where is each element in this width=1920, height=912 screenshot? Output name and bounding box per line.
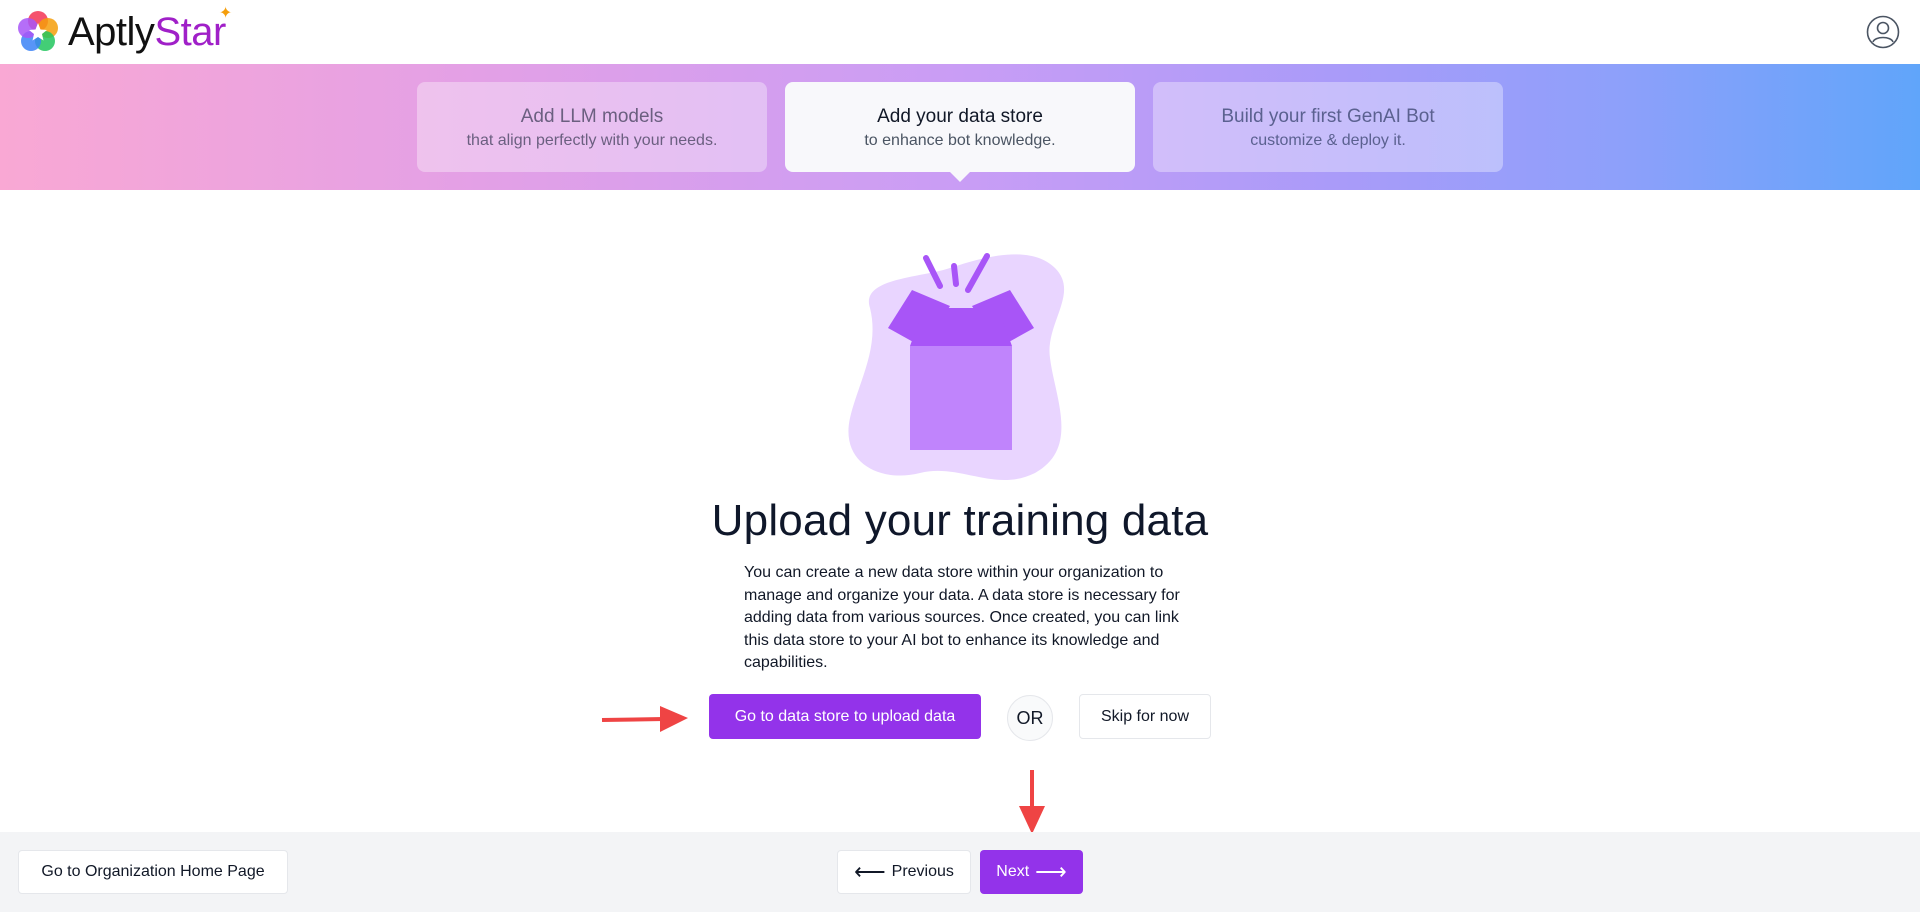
go-to-data-store-button[interactable]: Go to data store to upload data xyxy=(709,694,981,739)
skip-for-now-button[interactable]: Skip for now xyxy=(1079,694,1211,739)
go-to-org-home-button[interactable]: Go to Organization Home Page xyxy=(18,850,288,894)
page-description: You can create a new data store within y… xyxy=(744,564,1180,672)
page-title: Upload your training data xyxy=(711,496,1209,545)
brand-logo[interactable]: AptlyStar ✦ xyxy=(16,0,232,64)
arrow-left-icon: ⟵ xyxy=(854,859,886,884)
step-build-genai-bot[interactable]: Build your first GenAI Bot customize & d… xyxy=(1153,82,1503,172)
sparkle-icon: ✦ xyxy=(218,5,232,22)
step-add-llm-models[interactable]: Add LLM models that align perfectly with… xyxy=(417,82,767,172)
or-separator: OR xyxy=(1007,695,1053,741)
open-box-icon xyxy=(848,253,1065,481)
user-circle-icon[interactable] xyxy=(1866,15,1900,49)
step-title: Build your first GenAI Bot xyxy=(1221,106,1435,127)
step-add-data-store[interactable]: Add your data store to enhance bot knowl… xyxy=(785,82,1135,182)
brand-name: AptlyStar ✦ xyxy=(68,5,232,54)
previous-label: Previous xyxy=(891,863,954,880)
step-title: Add your data store xyxy=(877,106,1043,127)
annotation-arrow-down-icon xyxy=(1019,770,1045,834)
step-subtitle: that align perfectly with your needs. xyxy=(466,132,718,149)
step-title: Add LLM models xyxy=(520,106,664,127)
next-button[interactable]: Next ⟶ xyxy=(980,850,1083,894)
onboarding-stepper: Add LLM models that align perfectly with… xyxy=(0,64,1920,190)
top-bar: AptlyStar ✦ xyxy=(0,0,1920,64)
annotation-arrow-right-icon xyxy=(601,706,688,732)
step-subtitle: customize & deploy it. xyxy=(1250,132,1406,149)
footer-bar: Go to Organization Home Page ⟵ Previous … xyxy=(0,832,1920,912)
next-label: Next xyxy=(996,863,1030,880)
logo-flower-icon xyxy=(18,11,58,51)
previous-button[interactable]: ⟵ Previous xyxy=(837,850,971,894)
step-subtitle: to enhance bot knowledge. xyxy=(864,132,1056,149)
arrow-right-icon: ⟶ xyxy=(1035,859,1067,884)
